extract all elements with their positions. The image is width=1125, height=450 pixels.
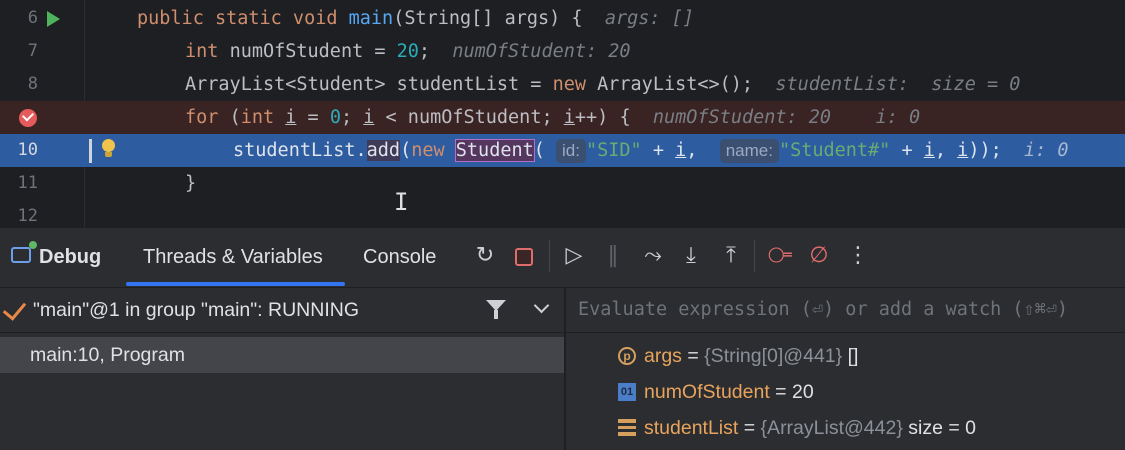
variable-equals: = <box>769 381 792 403</box>
variable-reference: {ArrayList@442} <box>760 417 903 439</box>
filter-icon[interactable] <box>486 300 506 319</box>
run-gutter-icon[interactable] <box>47 11 60 27</box>
frame-label: main:10, Program <box>30 344 185 366</box>
code-line-8[interactable]: 8 ArrayList<Student> studentList = new A… <box>0 68 1125 101</box>
debug-icon <box>11 241 37 263</box>
line-number: 10 <box>17 140 38 160</box>
resume-icon[interactable]: ▷ <box>561 243 587 269</box>
variable-value: [] <box>842 345 859 367</box>
code-line-6[interactable]: 6 public static void main(String[] args)… <box>0 2 1125 35</box>
toolbar-separator <box>549 240 550 272</box>
inline-value-hint: studentList: size = 0 <box>775 74 1021 95</box>
mute-breakpoints-icon[interactable]: ∅ <box>806 243 832 269</box>
frames-panel: "main"@1 in group "main": RUNNING main:1… <box>0 288 564 450</box>
variable-row-args[interactable]: p args = {String[0]@441} [] <box>566 338 1125 374</box>
parameter-icon: p <box>618 347 636 365</box>
breakpoint-icon[interactable] <box>19 109 37 127</box>
code-line-10[interactable]: 10 studentList.add(new Student( id: "SID"… <box>0 134 1125 167</box>
chevron-down-icon[interactable] <box>533 297 550 314</box>
inline-value-hint: args: [] <box>604 8 694 29</box>
tab-console[interactable]: Console <box>363 228 436 287</box>
variable-row-studentlist[interactable]: studentList = {ArrayList@442} size = 0 <box>566 410 1125 446</box>
variable-equals: = <box>738 417 761 439</box>
code-editor[interactable]: 6 public static void main(String[] args)… <box>0 0 1125 228</box>
view-breakpoints-icon[interactable]: ⧃ <box>767 243 793 269</box>
line-number: 12 <box>17 206 38 226</box>
variables-panel: Evaluate expression (⏎) or add a watch (… <box>565 288 1125 450</box>
text-cursor-icon: I <box>394 188 409 216</box>
code-line-9[interactable]: for (int i = 0; i < numOfStudent; i++) {… <box>0 101 1125 134</box>
parameter-hint-id: id: <box>556 139 586 163</box>
thread-selector[interactable]: "main"@1 in group "main": RUNNING <box>0 288 564 333</box>
code-text: studentList.add(new Student( id: "SID" + … <box>233 139 1069 163</box>
thread-status-icon <box>2 296 27 321</box>
active-tab-indicator <box>126 282 345 286</box>
variable-text: studentList = {ArrayList@442} size = 0 <box>644 410 976 446</box>
list-icon <box>618 419 636 436</box>
step-over-icon[interactable]: ⤳ <box>640 243 666 269</box>
variable-name: args <box>644 345 682 367</box>
step-out-icon[interactable]: ⤒ <box>718 243 744 269</box>
variable-name: numOfStudent <box>644 381 770 403</box>
variable-text: args = {String[0]@441} [] <box>644 338 858 374</box>
parameter-hint-name: name: <box>719 139 779 163</box>
code-line-11[interactable]: 11 } <box>0 167 1125 200</box>
tab-threads-variables[interactable]: Threads & Variables <box>143 228 323 287</box>
primitive-variable-icon: 01 <box>618 383 636 401</box>
debug-tool-window-title[interactable]: Debug <box>39 228 101 287</box>
code-text: int numOfStudent = 20; numOfStudent: 20 <box>185 41 631 62</box>
variable-value: 20 <box>791 381 814 403</box>
line-number: 8 <box>27 74 38 94</box>
variable-name: studentList <box>644 417 739 439</box>
more-options-icon[interactable]: ⋮ <box>845 243 871 269</box>
variable-value: size = 0 <box>902 417 977 439</box>
evaluate-expression-field[interactable]: Evaluate expression (⏎) or add a watch (… <box>566 288 1125 333</box>
variable-text: numOfStudent = 20 <box>644 374 814 410</box>
line-number: 7 <box>27 41 38 61</box>
lightbulb-icon[interactable] <box>102 139 115 157</box>
inline-value-hint: numOfStudent: 20 i: 0 <box>652 107 921 128</box>
frame-list-item[interactable]: main:10, Program <box>0 337 564 373</box>
code-line-12[interactable]: 12 <box>0 200 1125 228</box>
execution-point-marker <box>89 139 92 163</box>
code-line-7[interactable]: 7 int numOfStudent = 20; numOfStudent: 2… <box>0 35 1125 68</box>
inline-value-hint: numOfStudent: 20 <box>452 41 631 62</box>
variable-row-numofstudent[interactable]: 01 numOfStudent = 20 <box>566 374 1125 410</box>
inline-value-hint: i: 0 <box>1024 140 1069 161</box>
code-text: for (int i = 0; i < numOfStudent; i++) {… <box>185 107 921 128</box>
line-number: 11 <box>17 173 38 193</box>
variable-equals: = <box>681 345 705 367</box>
variable-reference: {String[0]@441} <box>704 345 843 367</box>
line-number: 6 <box>27 8 38 28</box>
stop-icon[interactable] <box>515 248 533 266</box>
code-text: } <box>185 173 197 194</box>
thread-label: "main"@1 in group "main": RUNNING <box>33 299 359 321</box>
code-text: ArrayList<Student> studentList = new Arr… <box>185 74 1021 95</box>
toolbar-separator <box>754 240 755 272</box>
rerun-icon[interactable]: ↻ <box>472 243 498 269</box>
step-into-icon[interactable]: ⤓ <box>678 243 704 269</box>
code-text: public static void main(String[] args) {… <box>137 8 694 29</box>
evaluate-expression-placeholder: Evaluate expression (⏎) or add a watch (… <box>578 299 1069 320</box>
pause-icon[interactable]: ‖ <box>600 243 626 269</box>
